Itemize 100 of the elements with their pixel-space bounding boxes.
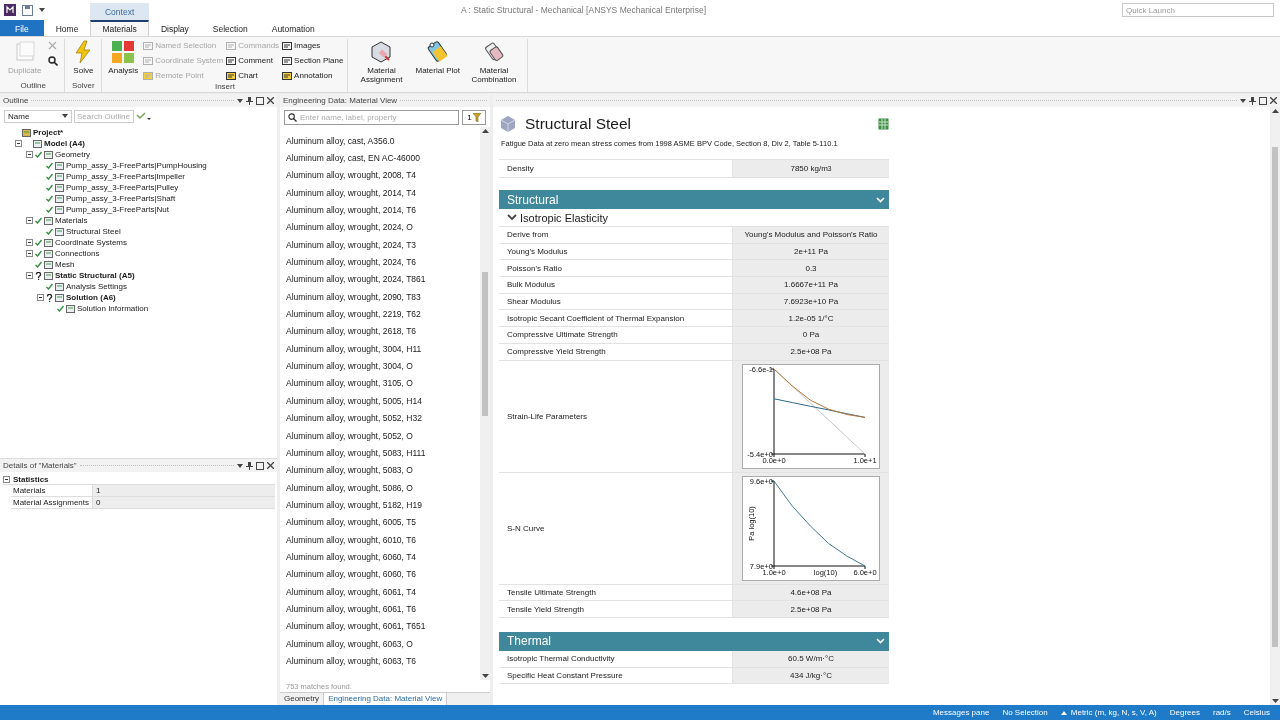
material-item[interactable]: Aluminum alloy, cast, A356.0 xyxy=(280,132,480,150)
material-item[interactable]: Aluminum alloy, cast, EN AC-46000 xyxy=(280,149,480,167)
material-item[interactable]: Aluminum alloy, wrought, 6005, T5 xyxy=(280,513,480,531)
material-item[interactable]: Aluminum alloy, wrought, 6063, O xyxy=(280,634,480,653)
material-item[interactable]: Aluminum alloy, wrought, 3004, O xyxy=(280,357,480,375)
scroll-up-icon[interactable] xyxy=(481,129,489,133)
maximize-icon[interactable] xyxy=(256,96,264,105)
filter-button[interactable]: 1 xyxy=(462,110,486,125)
scroll-down-icon[interactable] xyxy=(481,674,489,678)
material-item[interactable]: Aluminum alloy, wrought, 2024, T3 xyxy=(280,236,480,254)
material-item[interactable]: Aluminum alloy, wrought, 6061, T651 xyxy=(280,617,480,635)
material-item[interactable]: Aluminum alloy, wrought, 5083, H111 xyxy=(280,444,480,462)
search-field[interactable]: Enter name, label, property xyxy=(284,110,459,125)
material-item[interactable]: Aluminum alloy, wrought, 5052, O xyxy=(280,426,480,445)
tree-item[interactable]: Model (A4) xyxy=(44,139,85,148)
file-tab[interactable]: File xyxy=(0,20,44,36)
pin-icon[interactable] xyxy=(1249,96,1256,105)
material-item[interactable]: Aluminum alloy, wrought, 6060, T6 xyxy=(280,565,480,583)
material-item[interactable]: Aluminum alloy, wrought, 2014, T4 xyxy=(280,184,480,202)
material-item[interactable]: Aluminum alloy, wrought, 2219, T62 xyxy=(280,305,480,323)
ribbon-tab[interactable]: Materials xyxy=(90,20,149,36)
close-icon[interactable] xyxy=(267,462,274,469)
collapse-icon[interactable] xyxy=(26,272,33,279)
search-button[interactable] xyxy=(46,54,61,68)
ribbon-button[interactable]: Solve xyxy=(69,39,98,76)
collapse-icon[interactable] xyxy=(15,140,22,147)
material-item[interactable]: Aluminum alloy, wrought, 5182, H19 xyxy=(280,496,480,514)
material-item[interactable]: Aluminum alloy, wrought, 2618, T6 xyxy=(280,322,480,341)
material-item[interactable]: Aluminum alloy, wrought, 6061, T6 xyxy=(280,600,480,618)
material-item[interactable]: Aluminum alloy, wrought, 5086, O xyxy=(280,478,480,497)
tree-item[interactable]: Pump_assy_3-FreeParts|Nut xyxy=(66,205,169,214)
material-item[interactable]: Aluminum alloy, wrought, 6010, T6 xyxy=(280,530,480,549)
material-item[interactable]: Aluminum alloy, wrought, 5005, H14 xyxy=(280,392,480,410)
ribbon-button[interactable]: Material Assignment xyxy=(352,39,411,85)
tree-item[interactable]: Pump_assy_3-FreeParts|Shaft xyxy=(66,194,176,203)
section-header[interactable]: Thermal xyxy=(499,631,889,651)
tree-item[interactable]: Geometry xyxy=(55,150,91,159)
maximize-icon[interactable] xyxy=(256,461,264,470)
section-header[interactable]: Structural xyxy=(499,190,889,209)
material-item[interactable]: Aluminum alloy, wrought, 2024, O xyxy=(280,218,480,237)
status-item[interactable]: rad/s xyxy=(1212,708,1231,717)
tree-item[interactable]: Analysis Settings xyxy=(66,282,127,291)
tree-item[interactable]: Mesh xyxy=(55,260,75,269)
search-field[interactable]: Search Outline xyxy=(74,109,134,123)
material-item[interactable]: Aluminum alloy, wrought, 6060, T4 xyxy=(280,548,480,566)
status-item[interactable]: Messages pane xyxy=(932,708,990,717)
scrollbar[interactable] xyxy=(1270,107,1280,705)
tree-item[interactable]: Coordinate Systems xyxy=(55,238,128,247)
collapse-icon[interactable] xyxy=(37,294,44,301)
ribbon-button[interactable]: Comment xyxy=(226,54,280,67)
tree-item[interactable]: Project* xyxy=(33,128,64,137)
spreadsheet-icon[interactable] xyxy=(878,118,889,130)
status-item[interactable]: No Selection xyxy=(1002,708,1048,717)
material-item[interactable]: Aluminum alloy, wrought, 6063, T6 xyxy=(280,652,480,670)
tree-item[interactable]: Pump_assy_3-FreeParts|Pulley xyxy=(66,183,179,192)
collapse-icon[interactable] xyxy=(26,217,33,224)
maximize-icon[interactable] xyxy=(1259,96,1267,105)
material-item[interactable]: Aluminum alloy, wrought, 6061, T4 xyxy=(280,582,480,601)
status-item[interactable]: Celsius xyxy=(1243,708,1270,717)
material-item[interactable]: Aluminum alloy, wrought, 2024, T6 xyxy=(280,253,480,271)
ribbon-button[interactable]: Chart xyxy=(226,69,280,82)
material-item[interactable]: Aluminum alloy, wrought, 5052, H32 xyxy=(280,409,480,427)
ribbon-button[interactable]: Analysis xyxy=(106,39,141,76)
collapse-icon[interactable] xyxy=(3,475,10,483)
scroll-down-icon[interactable] xyxy=(1271,699,1279,703)
filter-dropdown[interactable]: Name xyxy=(4,109,72,123)
tree-item[interactable]: Structural Steel xyxy=(66,227,121,236)
material-item[interactable]: Aluminum alloy, wrought, 5083, O xyxy=(280,461,480,479)
check-dropdown-icon[interactable] xyxy=(136,111,152,121)
tree-item[interactable]: Materials xyxy=(55,216,88,225)
material-item[interactable]: Aluminum alloy, wrought, 2008, T4 xyxy=(280,166,480,185)
ribbon-button[interactable]: Section Plane xyxy=(282,54,344,67)
close-icon[interactable] xyxy=(267,97,274,104)
scrollbar[interactable] xyxy=(480,127,490,680)
collapse-icon[interactable] xyxy=(26,239,33,246)
material-item[interactable]: Aluminum alloy, wrought, 3105, O xyxy=(280,374,480,393)
ribbon-button[interactable]: Annotation xyxy=(282,69,344,82)
tree-item[interactable]: Solution (A6) xyxy=(66,293,116,302)
tree-item[interactable]: Solution Information xyxy=(77,304,149,313)
collapse-icon[interactable] xyxy=(26,151,33,158)
quick-launch-field[interactable]: Quick Launch xyxy=(1122,3,1274,17)
material-item[interactable]: Aluminum alloy, wrought, 2090, T83 xyxy=(280,288,480,306)
tree-item[interactable]: Static Structural (A5) xyxy=(55,271,135,280)
collapse-icon[interactable] xyxy=(26,250,33,257)
status-item[interactable]: Degrees xyxy=(1169,708,1200,717)
material-item[interactable]: Aluminum alloy, wrought, 2024, T861 xyxy=(280,270,480,289)
material-item[interactable]: Aluminum alloy, wrought, 3004, H11 xyxy=(280,340,480,358)
scroll-up-icon[interactable] xyxy=(1271,109,1279,113)
tree-item[interactable]: Connections xyxy=(55,249,100,258)
pin-icon[interactable] xyxy=(246,96,253,105)
ribbon-button[interactable]: Material Plot xyxy=(413,39,462,76)
tree-item[interactable]: Pump_assy_3-FreeParts|Impeller xyxy=(66,172,185,181)
save-icon[interactable] xyxy=(22,4,33,16)
ribbon-button[interactable]: Material Combination xyxy=(464,39,523,85)
pin-icon[interactable] xyxy=(246,461,253,470)
view-tab[interactable]: Engineering Data: Material View xyxy=(324,693,448,705)
tree-item[interactable]: Pump_assy_3-FreeParts|PumpHousing xyxy=(66,161,207,170)
close-icon[interactable] xyxy=(1270,97,1277,104)
material-item[interactable]: Aluminum alloy, wrought, 2014, T6 xyxy=(280,201,480,219)
status-item[interactable]: Metric (m, kg, N, s, V, A) xyxy=(1060,708,1157,717)
